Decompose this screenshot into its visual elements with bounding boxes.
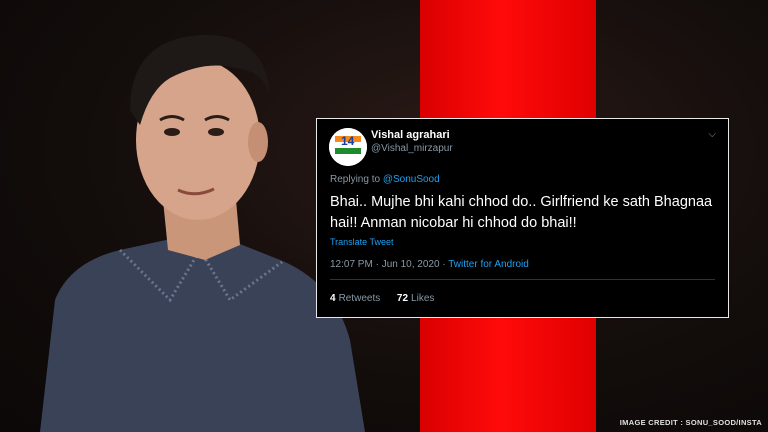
avatar-badge-text: 14: [341, 134, 355, 148]
image-credit: IMAGE CREDIT : SONU_SOOD/INSTA: [619, 418, 762, 427]
user-handle[interactable]: @Vishal_mirzapur: [371, 143, 453, 154]
likes-stat[interactable]: 72 Likes: [397, 293, 434, 304]
divider: [330, 279, 715, 280]
source-link[interactable]: Twitter for Android: [448, 259, 529, 270]
likes-label: Likes: [411, 293, 435, 304]
replying-prefix: Replying to: [330, 174, 383, 185]
retweets-stat[interactable]: 4 Retweets: [330, 293, 380, 304]
timestamp[interactable]: 12:07 PM · Jun 10, 2020 ·: [330, 259, 448, 270]
avatar[interactable]: 14: [329, 128, 367, 166]
tweet-text: Bhai.. Mujhe bhi kahi chhod do.. Girlfri…: [330, 194, 713, 231]
tweet-meta: 12:07 PM · Jun 10, 2020 · Twitter for An…: [330, 259, 529, 270]
display-name[interactable]: Vishal agrahari: [371, 129, 450, 141]
retweets-count: 4: [330, 293, 336, 304]
retweets-label: Retweets: [338, 293, 381, 304]
mention-link[interactable]: @SonuSood: [383, 174, 440, 185]
translate-tweet-link[interactable]: Translate Tweet: [330, 237, 394, 247]
likes-count: 72: [396, 293, 409, 304]
replying-to: Replying to @SonuSood: [330, 174, 440, 185]
chevron-down-icon[interactable]: ⌵: [708, 129, 716, 140]
tweet-card[interactable]: 14 Vishal agrahari @Vishal_mirzapur ⌵ Re…: [316, 118, 729, 318]
tweet-stats: 4 Retweets 72 Likes: [330, 293, 434, 304]
